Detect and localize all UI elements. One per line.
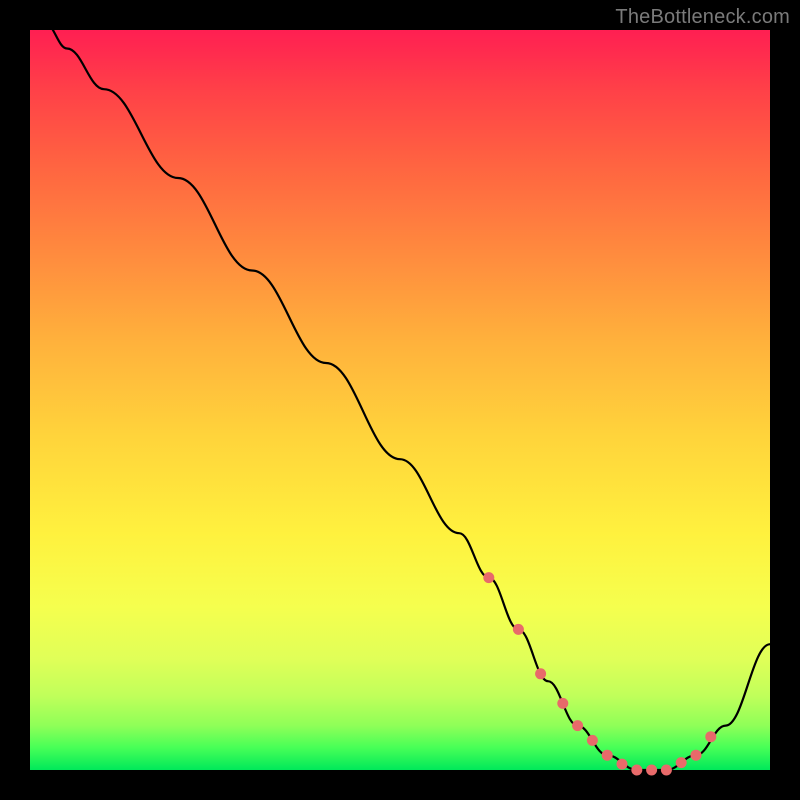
highlight-dot: [617, 759, 628, 770]
watermark-text: TheBottleneck.com: [615, 6, 790, 29]
highlight-dot: [691, 750, 702, 761]
bottleneck-curve: [45, 23, 770, 770]
highlight-dot: [661, 765, 672, 776]
highlight-dot: [513, 624, 524, 635]
highlight-dot: [557, 698, 568, 709]
chart-frame: TheBottleneck.com: [0, 0, 800, 800]
highlight-dot: [705, 731, 716, 742]
highlight-dots-group: [483, 572, 716, 775]
highlight-dot: [676, 757, 687, 768]
highlight-dot: [602, 750, 613, 761]
highlight-dot: [572, 720, 583, 731]
bottleneck-line-chart: [30, 30, 770, 770]
highlight-dot: [483, 572, 494, 583]
highlight-dot: [535, 668, 546, 679]
curve-path-group: [45, 23, 770, 770]
highlight-dot: [646, 765, 657, 776]
highlight-dot: [587, 735, 598, 746]
plot-area: [30, 30, 770, 770]
highlight-dot: [631, 765, 642, 776]
